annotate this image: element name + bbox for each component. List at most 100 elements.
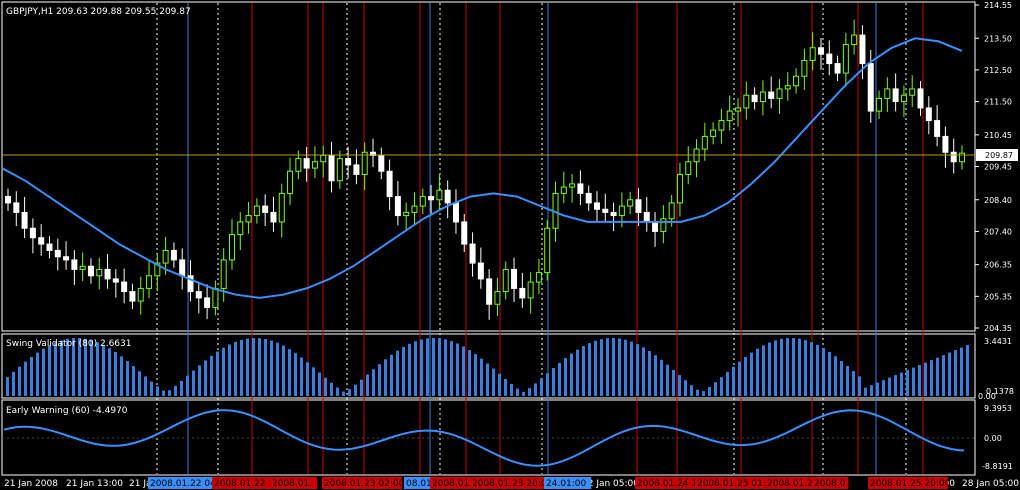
candle-body [585, 192, 592, 204]
candle-body [859, 34, 866, 65]
candle-body [593, 202, 600, 210]
histogram-bar [474, 354, 477, 396]
histogram-bar [966, 345, 969, 396]
moving-average-line [1, 37, 963, 299]
histogram-bar [876, 382, 879, 396]
histogram-bar [840, 361, 843, 396]
candle-body [527, 281, 534, 299]
histogram-bar [378, 364, 381, 396]
candle-body [295, 158, 302, 172]
histogram-bar [114, 352, 117, 396]
histogram-bar [594, 340, 597, 396]
candle-body [394, 196, 401, 217]
histogram-bar [168, 390, 171, 396]
candle-body [411, 205, 418, 213]
histogram-bar [384, 359, 387, 396]
histogram-bar [318, 372, 321, 396]
candle-body [610, 211, 617, 217]
histogram-bar [174, 385, 177, 396]
price-tick-label: 213.50 [984, 34, 1012, 43]
histogram-bar [48, 345, 51, 396]
candle-body [87, 265, 94, 277]
histogram-bar [756, 348, 759, 396]
candle-body [751, 94, 758, 103]
candle-body [54, 249, 61, 258]
price-tick-label: 207.40 [984, 227, 1012, 236]
candle-body [403, 211, 410, 217]
histogram-bar [960, 347, 963, 396]
histogram-bar [618, 338, 621, 396]
histogram-bar [12, 371, 15, 396]
histogram-bar [408, 343, 411, 396]
histogram-bar [534, 383, 537, 396]
time-label: 28 Jan 05:00 [962, 479, 1019, 489]
candle-body [220, 259, 227, 289]
candle-body [137, 287, 144, 302]
candle-body [5, 196, 11, 204]
histogram-bar [600, 339, 603, 396]
histogram-bar [546, 373, 549, 396]
histogram-bar [462, 346, 465, 396]
histogram-bar [804, 340, 807, 396]
histogram-bar [450, 341, 453, 396]
price-tick-label: 206.35 [984, 261, 1012, 270]
histogram-bar [642, 347, 645, 396]
histogram-bar [504, 378, 507, 396]
price-tick-label: 210.45 [984, 131, 1012, 140]
candle-body [237, 221, 244, 236]
candle-body [328, 154, 335, 182]
histogram-bar [156, 386, 159, 396]
candle-body [146, 275, 153, 289]
candle-body [494, 291, 501, 305]
candle-body [204, 297, 211, 308]
candle-body [444, 189, 451, 204]
histogram-bar [678, 375, 681, 396]
histogram-bar [558, 362, 561, 396]
sub2-scale-max: 9.3953 [984, 404, 1012, 413]
histogram-bar [498, 373, 501, 396]
candle-body [602, 208, 609, 213]
histogram-bar [522, 391, 525, 396]
candle-body [668, 202, 675, 220]
histogram-bar [798, 338, 801, 396]
histogram-bar [864, 387, 867, 396]
swing-validator-histogram [6, 338, 969, 396]
candle-body [336, 158, 343, 182]
candle-body [768, 91, 775, 99]
histogram-bar [96, 342, 99, 396]
histogram-bar [924, 362, 927, 396]
histogram-bar [714, 382, 717, 396]
trading-chart[interactable]: GBPJPY,H1 209.63 209.88 209.55 209.87 Sw… [0, 0, 1020, 490]
time-tag: 24.01:00 [546, 479, 587, 489]
histogram-bar [372, 369, 375, 396]
candle-body [112, 278, 119, 283]
time-tag: 2008.01.22 04: [150, 479, 219, 489]
time-tag: 2008.01.23 02:00 [324, 479, 405, 489]
histogram-bar [348, 389, 351, 396]
candle-body [386, 170, 393, 198]
histogram-bar [264, 339, 267, 396]
candle-body [635, 199, 642, 213]
histogram-bar [612, 338, 615, 396]
price-tick-label: 209.45 [984, 163, 1012, 172]
candle-body [892, 88, 899, 103]
candle-body [461, 221, 468, 245]
histogram-bar [774, 340, 777, 396]
histogram-bar [948, 352, 951, 396]
candle-body [726, 110, 733, 122]
histogram-bar [414, 341, 417, 396]
histogram-bar [270, 340, 273, 396]
candle-body [925, 107, 932, 122]
candle-body [469, 243, 476, 264]
candle-body [477, 262, 484, 280]
price-scale: 214.55 213.50 212.50 211.50 210.45 209.45 208.… [975, 1, 1012, 333]
histogram-bar [762, 345, 765, 396]
histogram-bar [702, 391, 705, 396]
histogram-bar [258, 338, 261, 396]
candle-body [851, 34, 858, 46]
candle-body [950, 151, 957, 163]
histogram-bar [486, 363, 489, 396]
candle-body [270, 211, 277, 223]
histogram-bar [780, 338, 783, 396]
histogram-bar [720, 377, 723, 396]
